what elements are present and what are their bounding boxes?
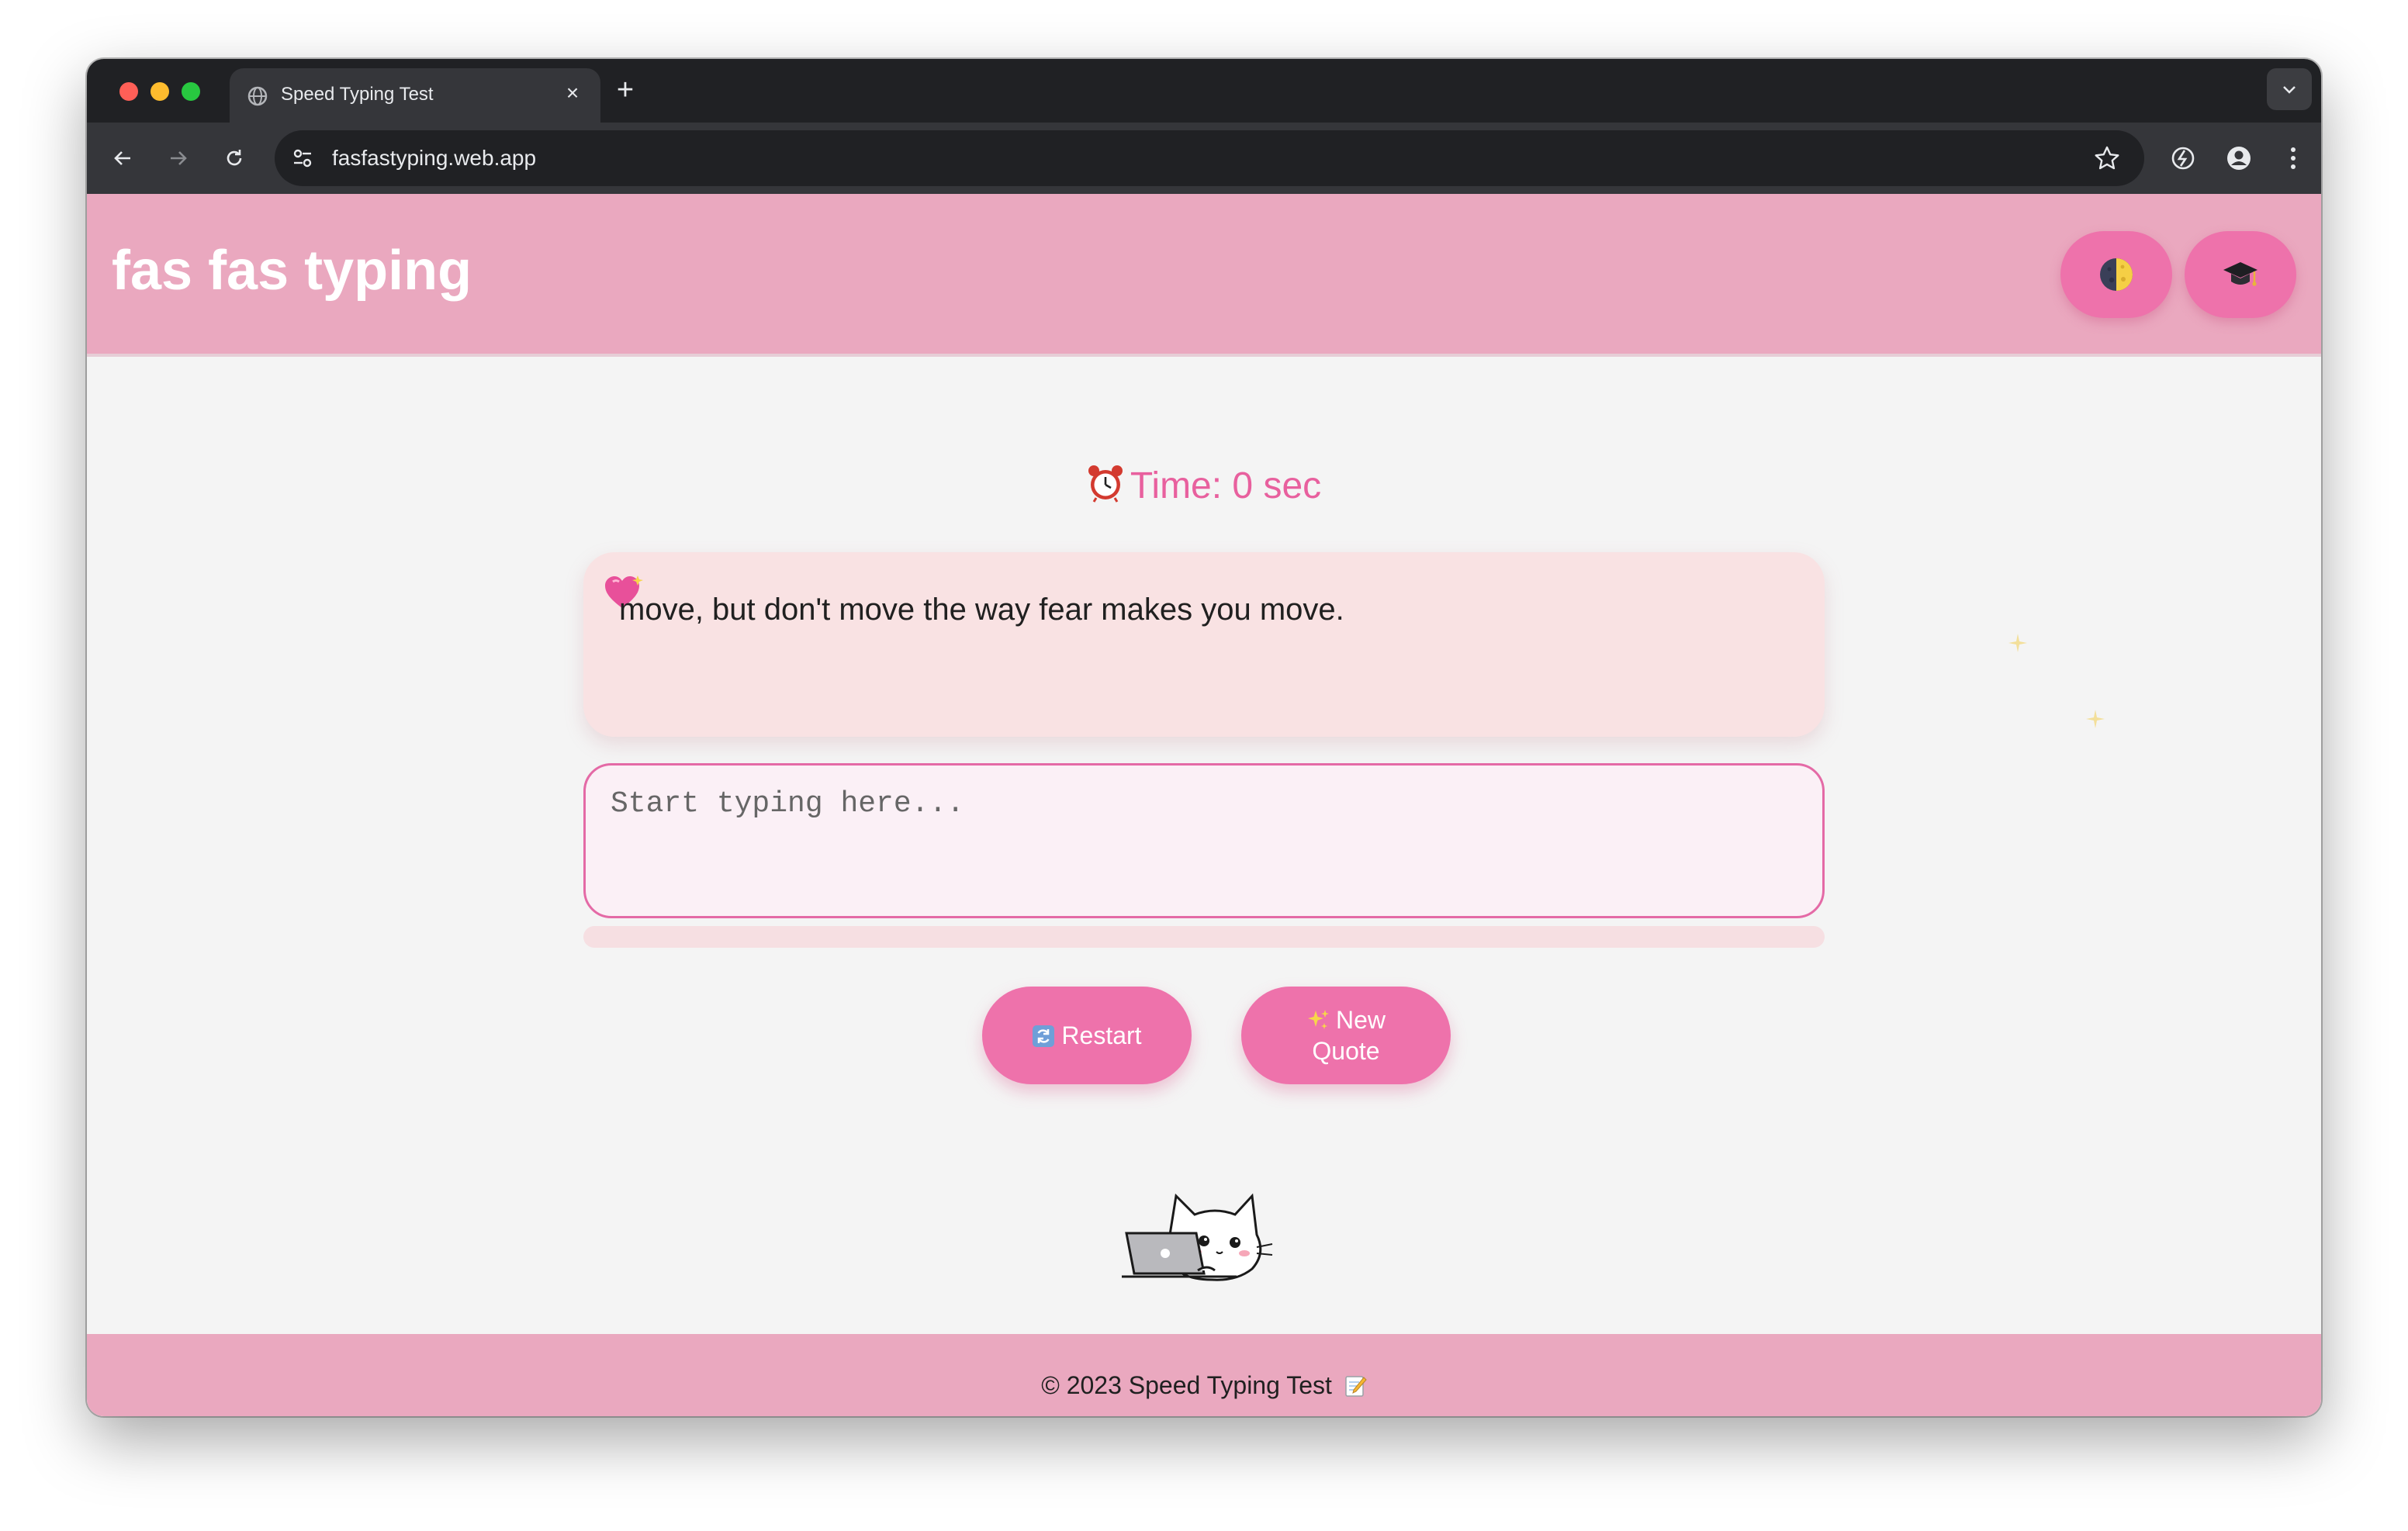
forward-button[interactable] [161, 141, 195, 175]
new-tab-button[interactable]: + [610, 75, 641, 107]
theme-toggle-button[interactable] [2060, 231, 2172, 318]
refresh-icon [1032, 1020, 1055, 1051]
reload-icon [227, 150, 242, 166]
close-window-button[interactable] [119, 82, 138, 101]
profile-button[interactable] [2222, 141, 2256, 175]
quote-display: move, but don't move the way fear makes … [583, 552, 1825, 737]
typing-input[interactable] [583, 763, 1825, 918]
new-quote-label-line1: New [1335, 1006, 1386, 1034]
profile-icon [2227, 147, 2251, 170]
restart-button[interactable]: Restart [982, 987, 1192, 1084]
footer-text: © 2023 Speed Typing Test [87, 1371, 2321, 1400]
url-text: fasfastyping.web.app [332, 146, 537, 170]
site-footer: © 2023 Speed Typing Test [87, 1334, 2321, 1416]
performance-icon [2171, 147, 2195, 170]
progress-bar [583, 926, 1825, 948]
timer-display: Time: 0 sec [87, 464, 2321, 512]
site-settings-icon[interactable] [289, 144, 317, 172]
new-quote-label-line2: Quote [1312, 1037, 1380, 1065]
globe-icon [247, 85, 268, 107]
extensions-button[interactable] [2166, 141, 2200, 175]
tab-title: Speed Typing Test [281, 84, 434, 105]
alarm-clock-icon [1087, 464, 1124, 512]
tab-strip: Speed Typing Test × + [87, 59, 2321, 123]
sparkle-decoration-icon [2008, 633, 2028, 657]
maximize-window-button[interactable] [182, 82, 200, 101]
chevron-down-icon [2283, 86, 2296, 94]
cat-laptop-illustration [1120, 1179, 1275, 1291]
bookmark-star-icon[interactable] [2091, 143, 2123, 174]
back-button[interactable] [106, 141, 140, 175]
arrow-left-icon [114, 151, 130, 165]
tab-close-icon[interactable]: × [559, 79, 586, 107]
quote-text: move, but don't move the way fear makes … [619, 593, 1344, 627]
tab-search-button[interactable] [2267, 68, 2312, 110]
address-bar[interactable]: fasfastyping.web.app [275, 130, 2144, 186]
moon-phase-icon [2100, 258, 2133, 291]
restart-label: Restart [1061, 1021, 1142, 1049]
kebab-menu-icon [2291, 147, 2296, 169]
memo-icon [1344, 1371, 1367, 1400]
page-content: fas fas typing Time: 0 sec move, but don… [87, 194, 2321, 1416]
reload-button[interactable] [217, 141, 251, 175]
minimize-window-button[interactable] [150, 82, 169, 101]
site-header: fas fas typing [87, 194, 2321, 357]
graduation-cap-icon [2223, 262, 2258, 286]
browser-tab-active[interactable]: Speed Typing Test × [230, 68, 600, 123]
browser-toolbar: fasfastyping.web.app [87, 123, 2321, 194]
footer-copyright: © 2023 Speed Typing Test [1041, 1371, 1332, 1399]
sparkle-decoration-icon [2085, 709, 2105, 733]
learn-button[interactable] [2185, 231, 2296, 318]
browser-menu-button[interactable] [2276, 141, 2310, 175]
arrow-right-icon [171, 151, 187, 165]
browser-window: Speed Typing Test × + fasfastyping.web.a… [87, 59, 2321, 1416]
sparkles-icon [1306, 1004, 1330, 1035]
timer-label: Time: 0 sec [1130, 465, 1322, 506]
new-quote-button[interactable]: New Quote [1241, 987, 1451, 1084]
site-title[interactable]: fas fas typing [112, 239, 472, 302]
